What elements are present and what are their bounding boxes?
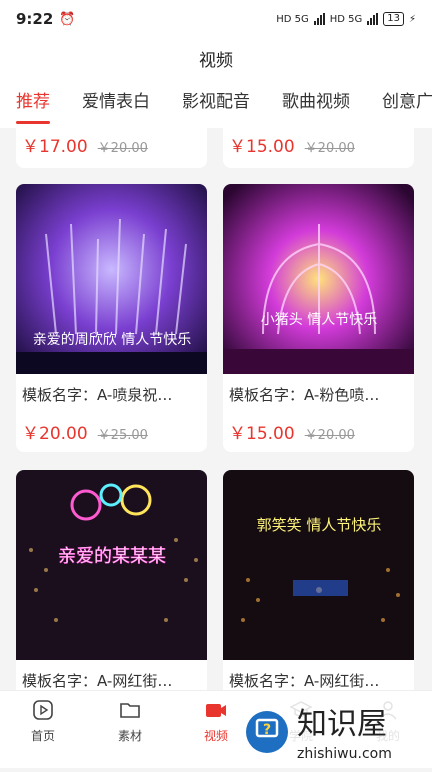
template-card[interactable]: ￥15.00 ￥20.00 (223, 128, 414, 168)
template-name: 模板名字：A-喷泉祝… (22, 386, 173, 404)
original-price: ￥20.00 (97, 141, 148, 156)
overlay-text: 郭笑笑 情人节快乐 (257, 516, 382, 534)
overlay-text: 小猪头 情人节快乐 (261, 312, 377, 328)
overlay-text: 亲爱的周欣欣 情人节快乐 (33, 332, 191, 348)
status-icons: HD 5G HD 5G 13 ⚡ (276, 12, 416, 26)
template-name: 模板名字：A-粉色喷… (229, 386, 380, 404)
original-price: ￥20.00 (304, 428, 355, 443)
title-bar: 视频 (0, 38, 432, 78)
overlay-text: 亲爱的某某某 (58, 546, 166, 567)
alarm-icon: ⏰ (59, 11, 76, 27)
tab-recommend[interactable]: 推荐 (0, 78, 66, 128)
template-card[interactable]: ￥17.00 ￥20.00 (16, 128, 207, 168)
nav-label: 素材 (117, 729, 142, 743)
video-icon (206, 704, 226, 717)
category-tabs: 推荐 爱情表白 影视配音 歌曲视频 创意广 (0, 78, 432, 128)
status-bar: 9:22 ⏰ HD 5G HD 5G 13 ⚡ (0, 0, 432, 38)
template-card[interactable]: 郭笑笑 情人节快乐 模板名字：A-网红街… (223, 470, 414, 690)
nav-label: 视频 (203, 729, 228, 743)
network-label-2: HD 5G (329, 13, 363, 25)
page-title: 视频 (199, 50, 233, 71)
signal-icon (313, 13, 325, 25)
template-grid: ￥17.00 ￥20.00 ￥15.00 ￥20.00 亲爱的周欣欣 情人节快乐… (0, 128, 432, 690)
nav-materials[interactable]: 素材 (100, 699, 160, 744)
signal-icon (367, 13, 379, 25)
tab-film-dubbing[interactable]: 影视配音 (166, 78, 266, 128)
bottom-nav: 首页 素材 视频 学院 我的 (0, 690, 432, 768)
price: ￥20.00 (22, 424, 88, 444)
nav-video[interactable]: 视频 (186, 699, 246, 744)
price: ￥17.00 (22, 137, 88, 157)
original-price: ￥25.00 (97, 428, 148, 443)
battery-level: 13 (383, 12, 404, 26)
price: ￥15.00 (229, 137, 295, 157)
video-thumbnail[interactable]: 亲爱的周欣欣 情人节快乐 (16, 184, 207, 374)
folder-icon (120, 703, 140, 718)
template-card[interactable]: 亲爱的周欣欣 情人节快乐 模板名字：A-喷泉祝… ￥20.00 ￥25.00 (16, 184, 207, 452)
play-icon (33, 700, 53, 720)
tab-creative[interactable]: 创意广 (366, 78, 432, 128)
nav-label: 学院 (288, 729, 313, 743)
nav-label: 首页 (30, 729, 55, 743)
template-name: 模板名字：A-网红街… (229, 672, 380, 690)
school-icon (290, 701, 312, 717)
nav-me[interactable]: 我的 (358, 699, 418, 744)
tab-song-video[interactable]: 歌曲视频 (266, 78, 366, 128)
nav-home[interactable]: 首页 (13, 699, 73, 744)
template-name: 模板名字：A-网红街… (22, 672, 173, 690)
video-thumbnail[interactable]: 亲爱的某某某 (16, 470, 207, 660)
nav-label: 我的 (375, 729, 400, 743)
network-label-1: HD 5G (276, 13, 309, 25)
video-thumbnail[interactable]: 小猪头 情人节快乐 (223, 184, 414, 374)
original-price: ￥20.00 (304, 141, 355, 156)
template-card[interactable]: 小猪头 情人节快乐 模板名字：A-粉色喷… ￥15.00 ￥20.00 (223, 184, 414, 452)
charging-icon: ⚡ (408, 13, 416, 25)
nav-school[interactable]: 学院 (271, 699, 331, 744)
status-time: 9:22 (16, 10, 54, 28)
tab-love-confession[interactable]: 爱情表白 (66, 78, 166, 128)
user-icon (379, 701, 397, 720)
video-thumbnail[interactable]: 郭笑笑 情人节快乐 (223, 470, 414, 660)
price: ￥15.00 (229, 424, 295, 444)
template-card[interactable]: 亲爱的某某某 模板名字：A-网红街… (16, 470, 207, 690)
